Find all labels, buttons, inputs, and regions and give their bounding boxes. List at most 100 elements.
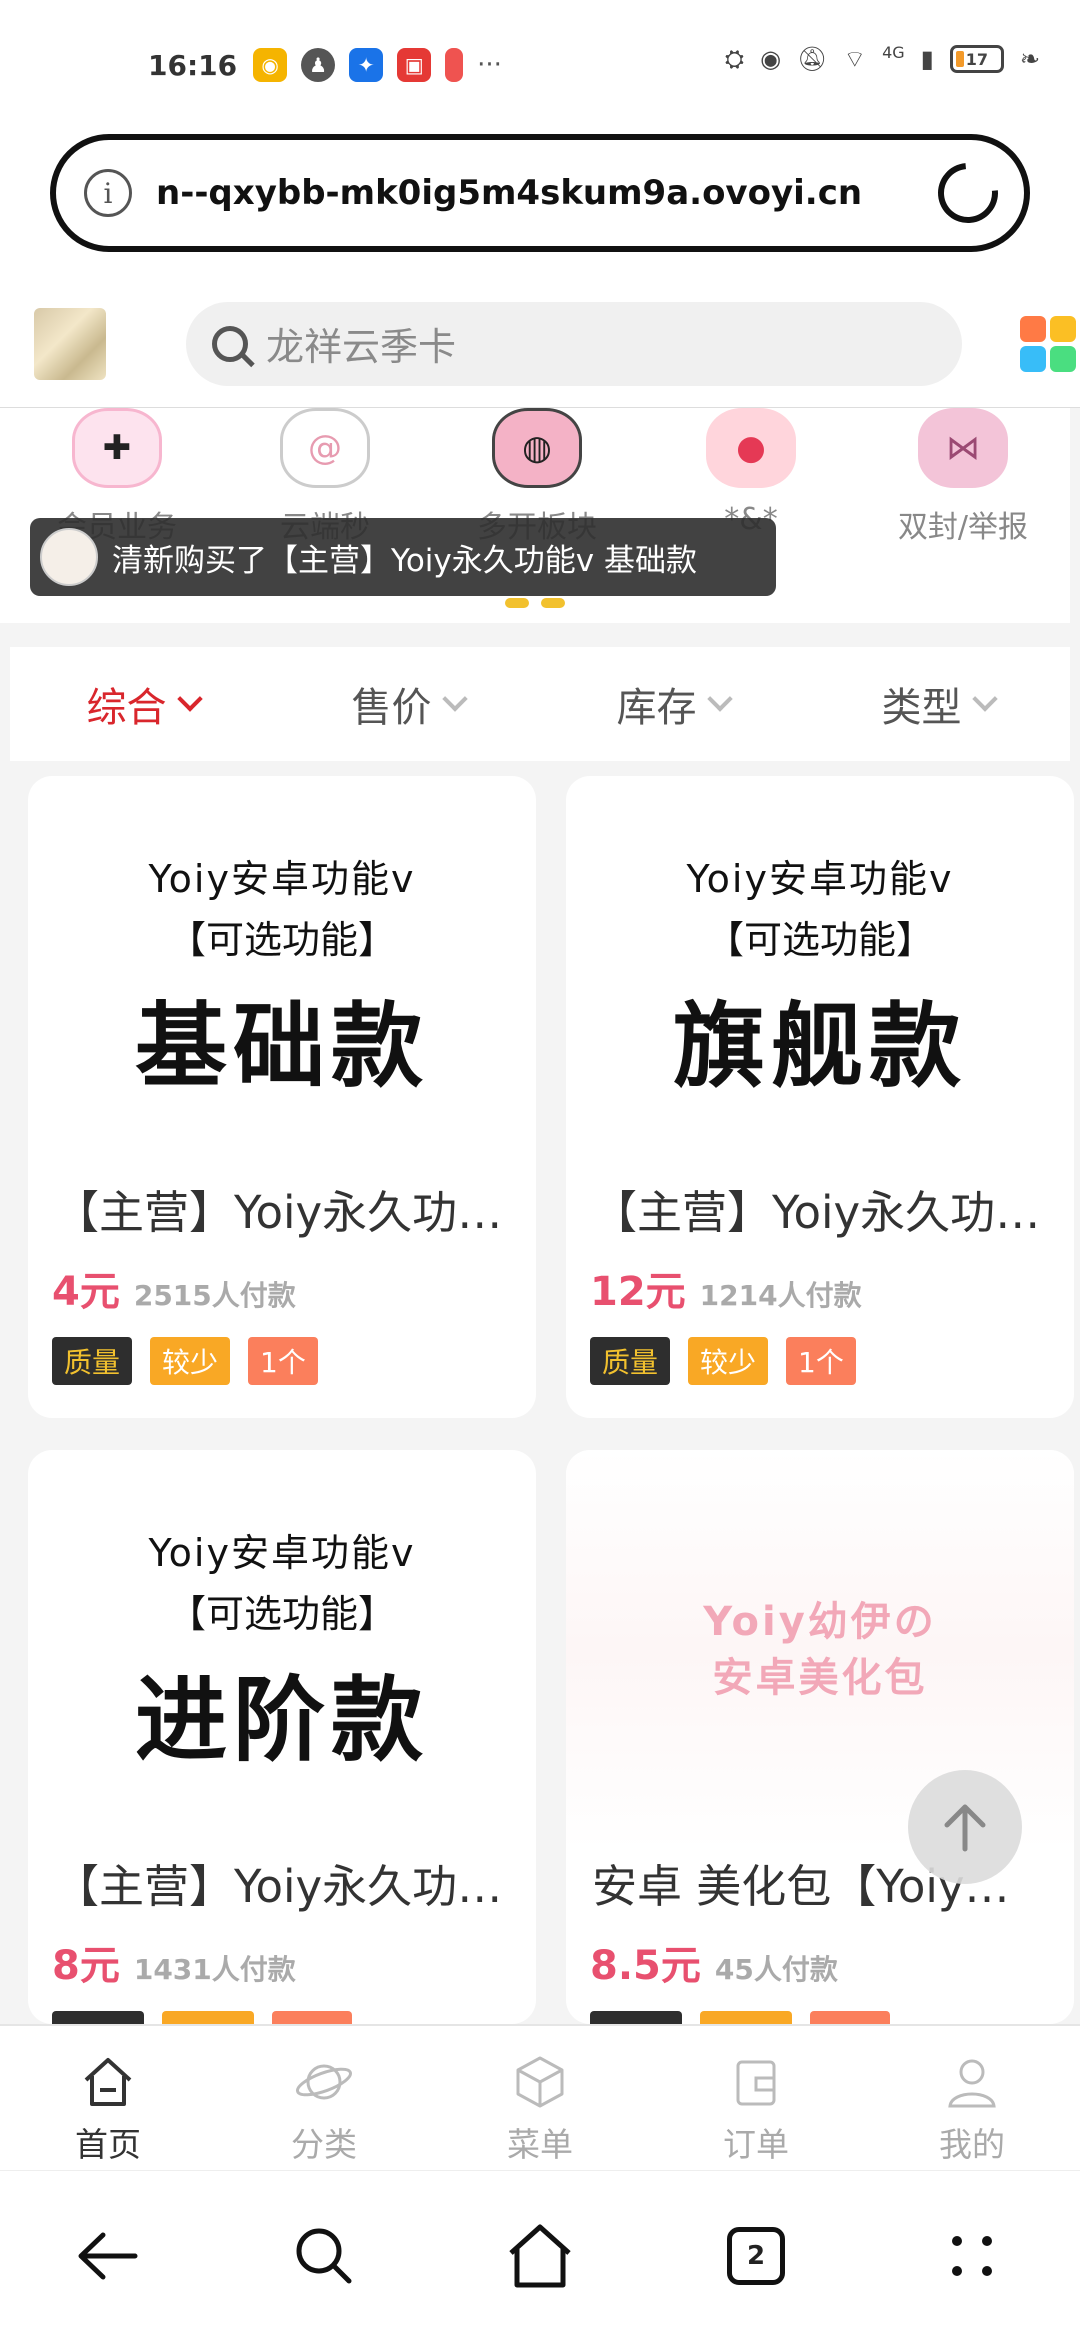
sort-price[interactable]: 售价 — [275, 675, 540, 733]
image-text: 【可选功能】 — [167, 917, 396, 962]
url-text[interactable]: n--qxybb-mk0ig5m4skum9a.ovoyi.cn — [156, 173, 938, 213]
chevron-down-icon — [706, 686, 733, 712]
arrow-left-icon — [78, 2232, 138, 2279]
product-card[interactable]: Yoiy安卓功能v 【可选功能】 进阶款 【主营】Yoiy永久功能v 进阶款 8… — [28, 1450, 536, 2024]
nav-menu[interactable]: 菜单 — [432, 2026, 648, 2170]
site-header: 龙祥云季卡 — [0, 280, 1080, 408]
tag-stock-low — [162, 2011, 254, 2024]
product-price: 12元 — [590, 1269, 686, 1315]
search-button[interactable] — [284, 2216, 364, 2296]
info-icon[interactable]: i — [84, 169, 132, 217]
product-image: Yoiy安卓功能v 【可选功能】 基础款 — [28, 776, 536, 1176]
dots-menu-icon — [952, 2235, 992, 2276]
battery-icon: 17 — [949, 45, 1004, 73]
image-text: Yoiy安卓功能v — [148, 856, 416, 901]
wifi-icon: ⌔ — [843, 45, 867, 73]
network-type: 4G — [882, 42, 905, 62]
price-row: 4元 2515人付款 — [28, 1259, 536, 1317]
bulb-icon: ✦ — [349, 48, 384, 82]
home-button[interactable] — [500, 2216, 580, 2296]
price-row: 12元 1214人付款 — [566, 1259, 1074, 1317]
toast-avatar — [40, 528, 98, 586]
search-placeholder: 龙祥云季卡 — [266, 325, 457, 369]
vpn-icon: ⛭ — [724, 45, 745, 73]
image-text: Yoiy安卓功能v — [686, 856, 954, 901]
sold-count: 1431人付款 — [133, 1953, 296, 1986]
more-notifications-icon: ··· — [477, 50, 502, 80]
image-text: 基础款 — [134, 992, 429, 1100]
chevron-down-icon — [176, 686, 203, 712]
product-tags: 质量 较少 1个 — [28, 1337, 536, 1385]
sort-bar: 综合 售价 库存 类型 — [10, 647, 1070, 761]
eye-icon: ◉ — [760, 45, 782, 73]
tabs-icon: 2 — [727, 2226, 785, 2285]
search-input[interactable]: 龙祥云季卡 — [186, 301, 962, 386]
sort-label: 类型 — [881, 685, 962, 731]
home-icon — [84, 2058, 132, 2106]
product-tags — [566, 2011, 1074, 2024]
tag-quality — [590, 2011, 682, 2024]
tag-quality — [52, 2011, 144, 2024]
tag-stock-low — [700, 2011, 792, 2024]
status-time: 16:16 — [148, 48, 238, 82]
product-card[interactable]: Yoiy幼伊の 安卓美化包 安卓 美化包【Yoiy幼伊】 8.5元 45人付款 — [566, 1450, 1074, 2024]
product-card[interactable]: Yoiy安卓功能v 【可选功能】 基础款 【主营】Yoiy永久功能v 基础款 4… — [28, 776, 536, 1418]
back-button[interactable] — [68, 2216, 148, 2296]
apps-grid-icon[interactable] — [1020, 315, 1076, 372]
swirl-icon: @ — [280, 408, 370, 488]
app-icon: ▣ — [397, 48, 432, 82]
tag-stock-low: 较少 — [150, 1337, 231, 1385]
menu-button[interactable] — [932, 2216, 1012, 2296]
tag-count — [272, 2011, 352, 2024]
sort-type[interactable]: 类型 — [805, 675, 1070, 733]
nav-home[interactable]: 首页 — [0, 2026, 216, 2170]
image-text: 旗舰款 — [672, 992, 967, 1100]
avatar[interactable] — [34, 307, 106, 380]
carousel-dots — [505, 598, 565, 608]
product-tags: 质量 较少 1个 — [566, 1337, 1074, 1385]
leaf-icon — [445, 48, 464, 82]
nav-profile[interactable]: 我的 — [864, 2026, 1080, 2170]
bow-icon: ⋈ — [918, 408, 1008, 488]
toast-text: 清新购买了【主营】Yoiy永久功能v 基础款 — [112, 542, 697, 579]
sort-label: 售价 — [351, 685, 432, 731]
power-save-icon: ❧ — [1019, 45, 1040, 73]
nav-label: 首页 — [75, 2125, 141, 2164]
address-bar[interactable]: i n--qxybb-mk0ig5m4skum9a.ovoyi.cn — [50, 134, 1030, 252]
chevron-down-icon — [441, 686, 468, 712]
product-card[interactable]: Yoiy安卓功能v 【可选功能】 旗舰款 【主营】Yoiy永久功能v 旗舰款 1… — [566, 776, 1074, 1418]
qq-icon: ♟ — [301, 48, 336, 82]
purchase-toast: 清新购买了【主营】Yoiy永久功能v 基础款 — [30, 518, 776, 596]
reload-icon[interactable] — [925, 150, 1011, 236]
nav-label: 分类 — [291, 2125, 357, 2164]
sold-count: 2515人付款 — [133, 1279, 296, 1312]
sort-stock[interactable]: 库存 — [540, 675, 805, 733]
product-image: Yoiy安卓功能v 【可选功能】 旗舰款 — [566, 776, 1074, 1176]
product-title: 【主营】Yoiy永久功能v 进阶款 — [54, 1860, 536, 1913]
browser-nav: 2 — [0, 2170, 1080, 2340]
nav-orders[interactable]: 订单 — [648, 2026, 864, 2170]
product-price: 4元 — [52, 1269, 120, 1315]
price-row: 8.5元 45人付款 — [566, 1933, 1074, 1991]
cross-heart-icon: ✚ — [72, 408, 162, 488]
image-text: 【可选功能】 — [167, 1591, 396, 1636]
tag-stock-low: 较少 — [688, 1337, 769, 1385]
price-row: 8元 1431人付款 — [28, 1933, 536, 1991]
nav-category[interactable]: 分类 — [216, 2026, 432, 2170]
cube-icon — [516, 2056, 564, 2108]
category-label: 双封/举报 — [897, 510, 1029, 545]
sort-comprehensive[interactable]: 综合 — [10, 675, 275, 733]
bottom-nav: 首页 分类 菜单 订单 我的 — [0, 2024, 1080, 2170]
product-price: 8元 — [52, 1943, 120, 1989]
product-title: 【主营】Yoiy永久功能v 基础款 — [54, 1186, 536, 1239]
tabs-button[interactable]: 2 — [716, 2216, 796, 2296]
search-icon — [296, 2228, 352, 2283]
category-item[interactable]: ⋈ 双封/举报 — [888, 408, 1038, 546]
back-to-top-button[interactable] — [908, 1770, 1022, 1884]
tab-count: 2 — [746, 2240, 766, 2271]
weibo-icon: ◉ — [253, 48, 288, 82]
home-icon — [509, 2224, 571, 2287]
mute-icon: 🔕︎ — [797, 45, 828, 73]
nav-label: 我的 — [939, 2125, 1005, 2164]
sold-count: 45人付款 — [714, 1953, 838, 1986]
